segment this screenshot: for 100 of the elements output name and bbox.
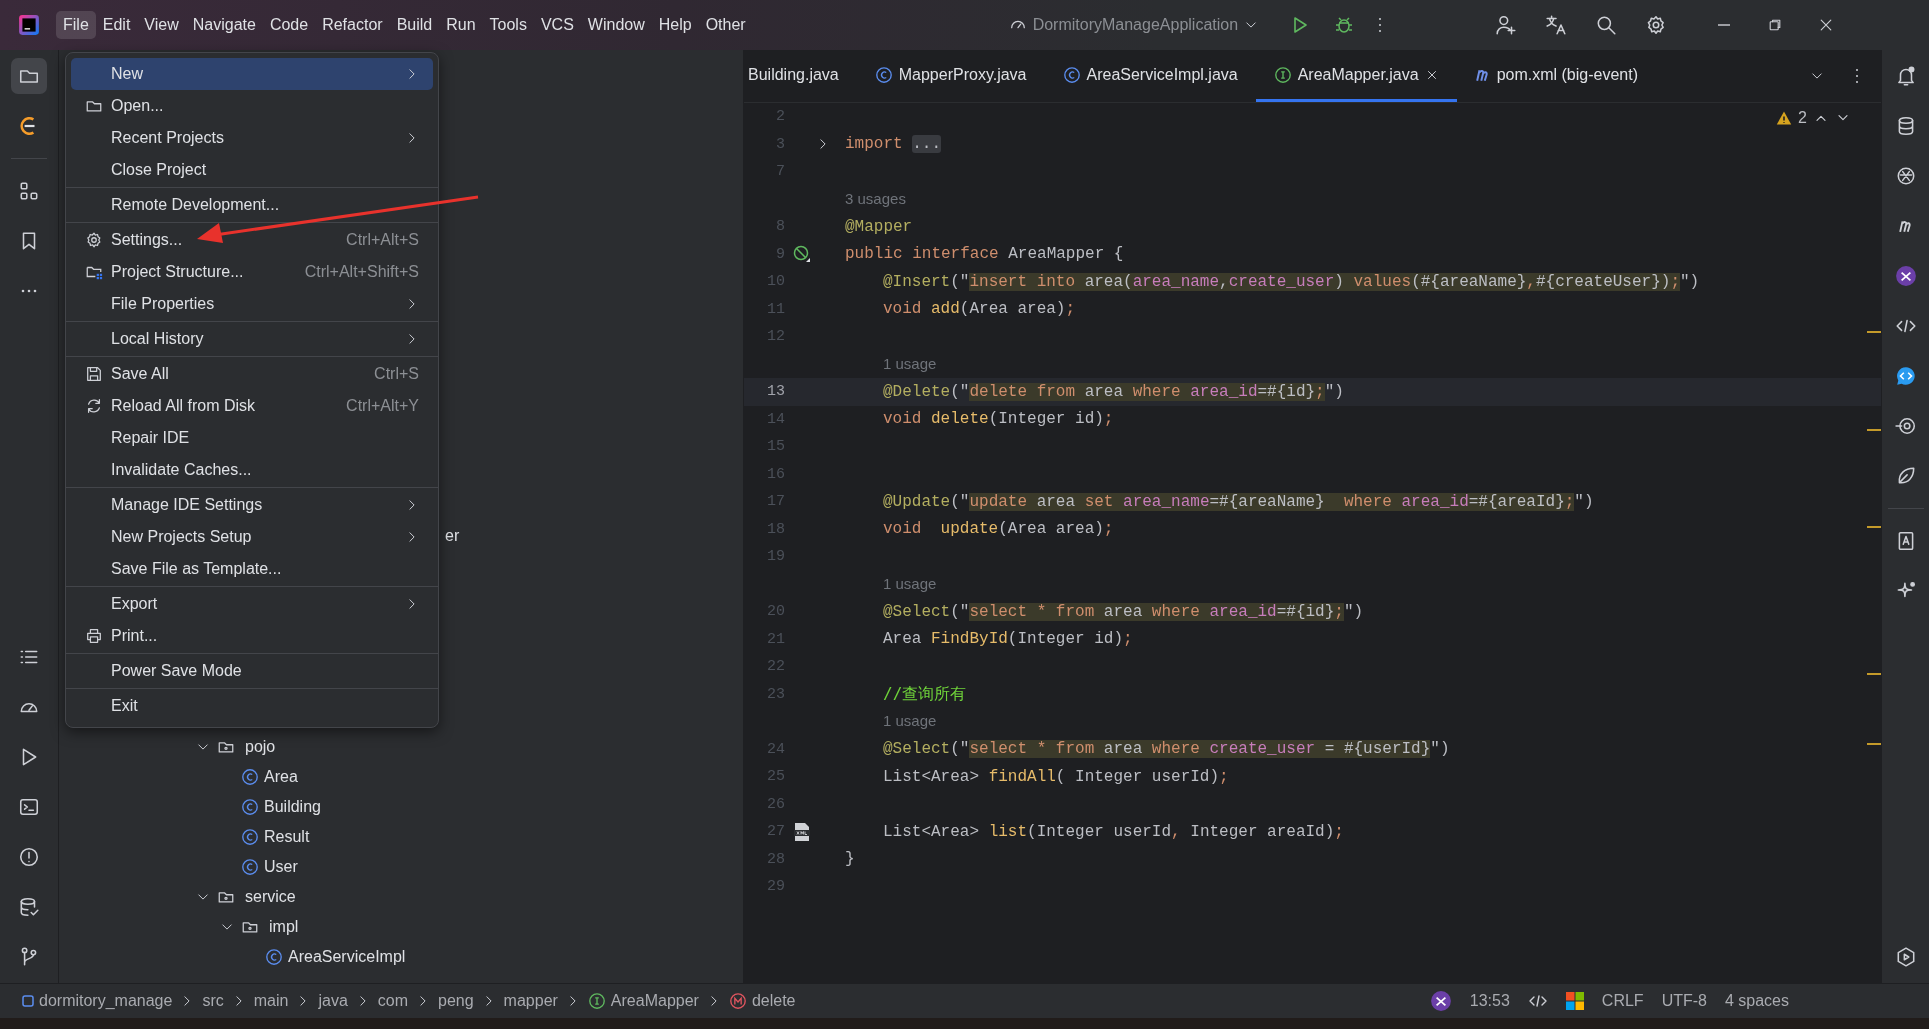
editor-tab[interactable]: Building.java	[744, 50, 857, 102]
more-vertical-icon[interactable]	[1378, 17, 1383, 33]
tree-row[interactable]: Building	[59, 792, 743, 822]
class-icon	[874, 65, 893, 84]
editor-tab[interactable]: AreaMapper.java	[1255, 50, 1457, 102]
scrollbar-marker[interactable]	[1867, 526, 1881, 528]
warning-circle-icon[interactable]	[18, 846, 40, 868]
scrollbar-marker[interactable]	[1867, 429, 1881, 431]
breadcrumb[interactable]: peng	[438, 992, 474, 1010]
usage-hint[interactable]: 3 usages	[845, 189, 906, 207]
menu-item[interactable]: Save File as Template...	[71, 553, 433, 585]
app-logo-icon[interactable]	[18, 14, 40, 36]
indent-setting[interactable]: 4 spaces	[1724, 992, 1789, 1010]
method-icon	[728, 992, 747, 1010]
translate-icon[interactable]	[1545, 14, 1568, 36]
run-configuration-selector[interactable]: DormitoryManageApplication	[1002, 15, 1265, 35]
menu-item[interactable]: Power Save Mode	[71, 655, 433, 687]
more-vertical-icon[interactable]	[1855, 68, 1859, 84]
menu-item[interactable]: Manage IDE Settings	[71, 489, 433, 521]
menu-bar-item[interactable]: Help	[651, 11, 699, 39]
implemented-marker-icon[interactable]	[792, 244, 812, 265]
code-line: import ...	[845, 135, 942, 154]
tree-row[interactable]: AreaServiceImpl	[59, 942, 743, 972]
menu-item[interactable]: Close Project	[71, 154, 433, 186]
editor-tab[interactable]: MapperProxy.java	[856, 50, 1045, 102]
scrollbar-marker[interactable]	[1867, 743, 1881, 745]
chat-bubble-icon[interactable]	[1894, 365, 1917, 387]
tree-row[interactable]: service	[59, 882, 743, 912]
xml-file-icon[interactable]	[793, 821, 811, 842]
tree-row[interactable]: Result	[59, 822, 743, 852]
gear-icon	[85, 231, 103, 249]
menu-item[interactable]: Open...	[71, 90, 433, 122]
shortcut-text: Ctrl+Alt+Shift+S	[304, 263, 419, 281]
bug-icon[interactable]	[1334, 15, 1355, 35]
menu-bar-item[interactable]: Code	[262, 11, 316, 39]
menu-item[interactable]: Exit	[71, 690, 433, 722]
menu-item[interactable]: Recent Projects	[71, 122, 433, 154]
menu-item[interactable]: New	[71, 58, 433, 90]
menu-item[interactable]: Repair IDE	[71, 422, 433, 454]
menu-item[interactable]: Settings... Ctrl+Alt+S	[71, 224, 433, 256]
editor-tab[interactable]: AreaServiceImpl.java	[1044, 50, 1256, 102]
scrollbar-marker[interactable]	[1867, 331, 1881, 333]
structure-icon[interactable]	[18, 180, 40, 202]
module-icon	[22, 995, 34, 1007]
breadcrumb[interactable]: dormitory_manage	[22, 992, 173, 1010]
breadcrumb[interactable]: delete	[728, 992, 796, 1010]
windows-logo-icon[interactable]	[1565, 992, 1584, 1010]
class-icon	[265, 948, 283, 966]
menu-bar-item[interactable]: Other	[698, 11, 753, 39]
menu-bar-item[interactable]: Run	[439, 11, 483, 39]
caret-position[interactable]: 13:53	[1469, 992, 1510, 1010]
interface-icon	[587, 992, 606, 1010]
menu-bar-item[interactable]: Build	[389, 11, 440, 39]
menu-item[interactable]: New Projects Setup	[71, 521, 433, 553]
menu-bar-item[interactable]: View	[137, 11, 186, 39]
breadcrumb[interactable]: com	[377, 992, 408, 1010]
code-line: @Delete("delete from area where area_id=#{id};")	[882, 382, 1344, 401]
add-user-icon[interactable]	[1495, 14, 1518, 36]
tree-row[interactable]: Area	[59, 762, 743, 792]
minimize-icon[interactable]	[1717, 24, 1730, 26]
menu-item[interactable]: Print...	[71, 620, 433, 652]
line-number: 13	[766, 383, 785, 401]
menu-item[interactable]: Save All Ctrl+S	[71, 358, 433, 390]
menu-bar-item[interactable]: Refactor	[315, 11, 390, 39]
breadcrumb[interactable]: AreaMapper	[587, 992, 699, 1010]
tree-row[interactable]: impl	[59, 912, 743, 942]
menu-item[interactable]: Remote Development...	[71, 189, 433, 221]
menu-item[interactable]: Local History	[71, 323, 433, 355]
menu-item[interactable]: File Properties	[71, 288, 433, 320]
tree-row[interactable]: pojo	[59, 732, 743, 762]
menu-bar-item[interactable]: File	[56, 11, 96, 39]
tree-row[interactable]: User	[59, 852, 743, 882]
nx-badge-icon[interactable]	[1894, 265, 1917, 287]
menu-bar-item[interactable]: Window	[580, 11, 652, 39]
class-icon	[1062, 65, 1081, 84]
editor-tab[interactable]: pom.xml (big-event)	[1456, 50, 1656, 102]
line-separator[interactable]: CRLF	[1601, 992, 1644, 1010]
menu-item[interactable]: Project Structure... Ctrl+Alt+Shift+S	[71, 256, 433, 288]
breadcrumb[interactable]: main	[253, 992, 289, 1010]
target-icon[interactable]	[1894, 415, 1917, 437]
menu-bar-item[interactable]: VCS	[533, 11, 581, 39]
file-encoding[interactable]: UTF-8	[1661, 992, 1707, 1010]
menu-bar-item[interactable]: Edit	[95, 11, 138, 39]
search-icon[interactable]	[1595, 14, 1618, 36]
breadcrumb[interactable]: mapper	[503, 992, 558, 1010]
breadcrumb[interactable]: src	[202, 992, 224, 1010]
menu-item[interactable]: Export	[71, 588, 433, 620]
warning-count[interactable]: 2	[1798, 109, 1807, 127]
project-tool-button[interactable]	[11, 58, 47, 94]
terminal-icon[interactable]	[18, 796, 40, 818]
menu-item[interactable]: Invalidate Caches...	[71, 454, 433, 486]
database-check-icon[interactable]	[18, 896, 40, 918]
code-line: @Select("select * from area where create_user = #{userId}")	[882, 740, 1450, 759]
menu-bar-item[interactable]: Tools	[482, 11, 534, 39]
nx-badge-icon[interactable]	[1429, 990, 1452, 1012]
breadcrumb[interactable]: java	[318, 992, 348, 1010]
menu-bar-item[interactable]: Navigate	[185, 11, 263, 39]
menu-item[interactable]: Reload All from Disk Ctrl+Alt+Y	[71, 390, 433, 422]
reload-icon	[85, 397, 103, 415]
scrollbar-marker[interactable]	[1867, 673, 1881, 675]
